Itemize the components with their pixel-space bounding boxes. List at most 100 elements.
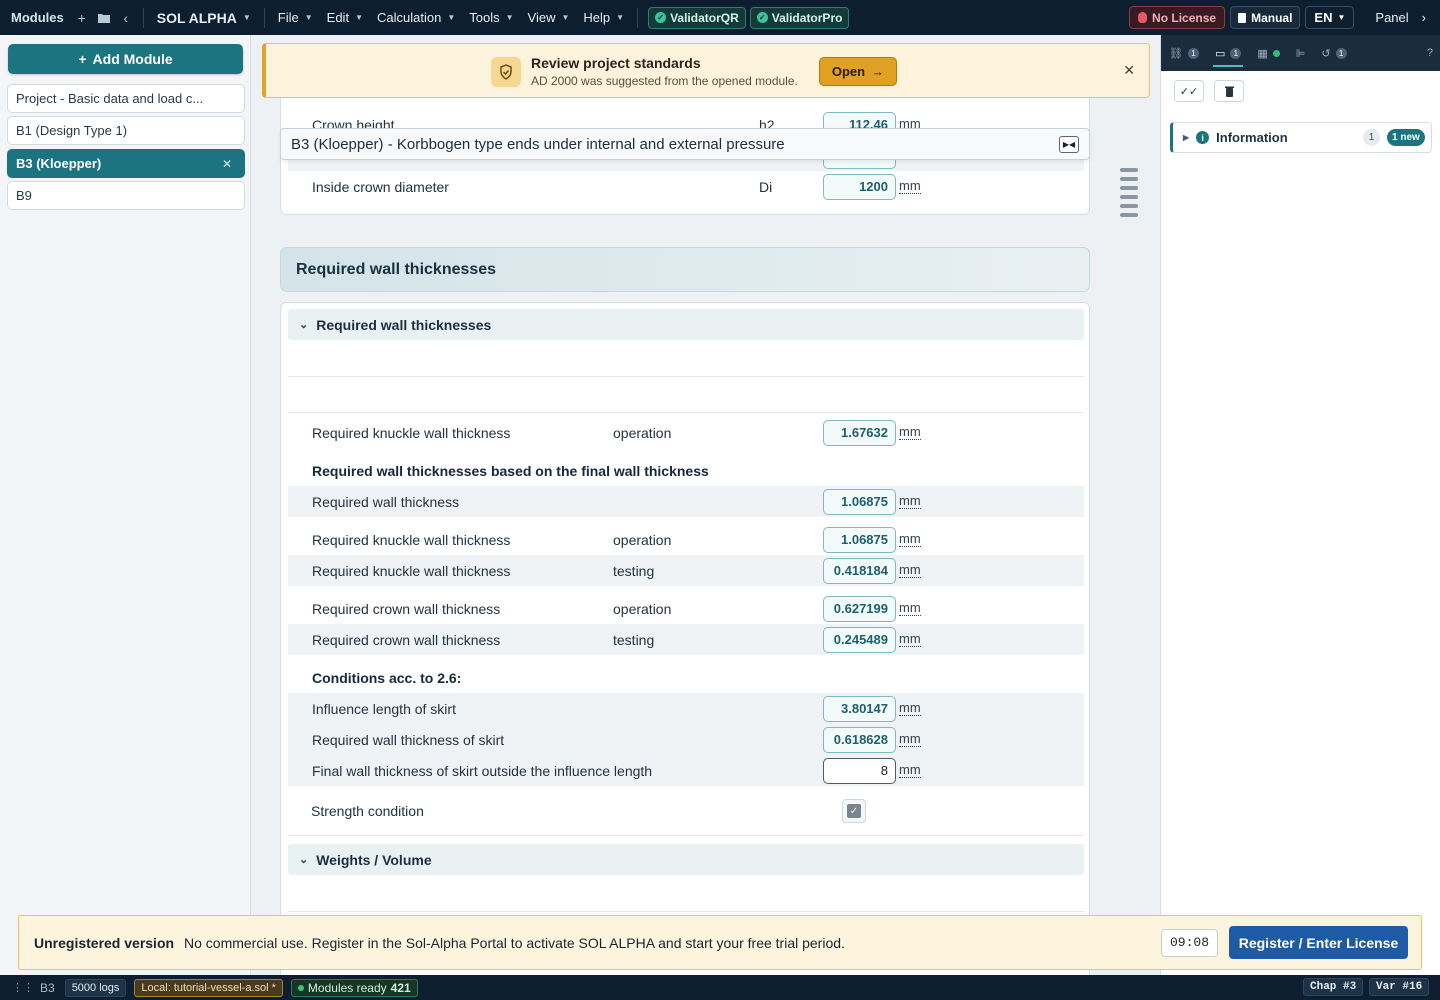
module-item-b1[interactable]: B1 (Design Type 1) bbox=[7, 116, 245, 145]
tab-history[interactable]: ↺ 1 bbox=[1313, 35, 1354, 71]
input-row: Inside crown diameter Di 1200 mm bbox=[288, 171, 1084, 202]
information-group[interactable]: ▶ i Information 1 1 new bbox=[1170, 122, 1432, 153]
row-label: Required crown wall thickness bbox=[312, 600, 501, 617]
value-field[interactable]: 1.06875 bbox=[823, 488, 896, 515]
unit-label[interactable]: mm bbox=[899, 179, 921, 194]
row-label: Inside crown diameter bbox=[312, 178, 449, 195]
value-field[interactable]: 0.245489 bbox=[823, 626, 896, 653]
caret-down-icon: ▼ bbox=[616, 13, 625, 22]
caret-down-icon: ▼ bbox=[505, 13, 514, 22]
menu-file[interactable]: File ▼ bbox=[271, 0, 320, 35]
information-label: Information bbox=[1216, 130, 1288, 145]
tab-links[interactable]: ⛓ 1 bbox=[1161, 35, 1207, 71]
nav-mark[interactable] bbox=[1120, 186, 1138, 190]
chevron-left-icon[interactable]: ‹ bbox=[115, 0, 137, 35]
validator-qr-label: ValidatorQR bbox=[670, 10, 739, 25]
delete-button[interactable] bbox=[1214, 80, 1244, 102]
subsection-title: Required wall thicknesses bbox=[316, 316, 492, 333]
value-field[interactable]: 0.627199 bbox=[823, 595, 896, 622]
row-condition: testing bbox=[613, 562, 655, 579]
subsection-header-weights[interactable]: ⌄ Weights / Volume bbox=[288, 844, 1084, 875]
value-field[interactable]: 1200 bbox=[823, 173, 896, 200]
status-module: B3 bbox=[40, 980, 55, 995]
no-license-label: No License bbox=[1152, 10, 1217, 25]
menu-file-label: File bbox=[277, 10, 299, 25]
value-field[interactable]: 0.618628 bbox=[823, 726, 896, 753]
nav-mark[interactable] bbox=[1120, 195, 1138, 199]
unit-label[interactable]: mm bbox=[899, 732, 921, 747]
validator-pro-badge[interactable]: ✓ ValidatorPro bbox=[749, 6, 850, 29]
section-navigator[interactable] bbox=[1120, 168, 1138, 222]
open-button[interactable]: Open → bbox=[819, 57, 897, 86]
unit-label[interactable]: mm bbox=[899, 632, 921, 647]
tab-count: 1 bbox=[1335, 47, 1347, 59]
panel-tabs: ⛓ 1 ▭ 1 ▦ ⊫ ↺ 1 ? bbox=[1161, 35, 1440, 71]
app-name-menu[interactable]: SOL ALPHA ▼ bbox=[150, 0, 258, 35]
module-item-b9[interactable]: B9 bbox=[7, 181, 245, 210]
unit-label[interactable]: mm bbox=[899, 563, 921, 578]
unit-label[interactable]: mm bbox=[899, 532, 921, 547]
menu-tools[interactable]: Tools ▼ bbox=[462, 0, 520, 35]
module-item-b3[interactable]: B3 (Kloepper) ✕ bbox=[7, 149, 245, 178]
message-icon: ▭ bbox=[1214, 47, 1226, 60]
unregistered-title: Unregistered version bbox=[34, 934, 175, 951]
row-condition: testing bbox=[613, 631, 655, 648]
value-field[interactable]: 0.418184 bbox=[823, 557, 896, 584]
nav-mark[interactable] bbox=[1120, 213, 1138, 217]
manual-button[interactable]: Manual bbox=[1230, 6, 1301, 29]
register-button[interactable]: Register / Enter License bbox=[1229, 926, 1408, 959]
menu-edit[interactable]: Edit ▼ bbox=[320, 0, 370, 35]
nav-mark[interactable] bbox=[1120, 204, 1138, 208]
check-icon: ✓ bbox=[756, 12, 768, 23]
unit-label[interactable]: mm bbox=[899, 601, 921, 616]
chevron-down-icon: ⌄ bbox=[299, 319, 309, 331]
unit-label[interactable]: mm bbox=[899, 701, 921, 716]
add-module-button[interactable]: + Add Module bbox=[8, 44, 243, 74]
value-field[interactable]: 3.80147 bbox=[823, 695, 896, 722]
banner-title: Review project standards bbox=[531, 55, 701, 71]
no-license-badge[interactable]: No License bbox=[1129, 6, 1226, 29]
value-field[interactable]: 1.67632 bbox=[823, 419, 896, 446]
tab-messages[interactable]: ▭ 1 bbox=[1207, 35, 1249, 71]
menu-help[interactable]: Help ▼ bbox=[576, 0, 631, 35]
result-row: Required wall thickness of skirt 0.61862… bbox=[288, 724, 1084, 755]
value-field[interactable]: 1.06875 bbox=[823, 526, 896, 553]
tab-help[interactable]: ? bbox=[1419, 35, 1440, 71]
grip-icon[interactable]: ⋮⋮ bbox=[12, 981, 34, 994]
chapter-badge[interactable]: Chap #3 bbox=[1303, 978, 1364, 996]
language-select[interactable]: EN ▼ bbox=[1305, 6, 1355, 29]
local-file-badge[interactable]: Local: tutorial-vessel-a.sol * bbox=[134, 978, 283, 997]
unit-label[interactable]: mm bbox=[899, 425, 921, 440]
close-icon[interactable]: ✕ bbox=[222, 157, 232, 171]
modules-label[interactable]: Modules bbox=[0, 0, 71, 35]
subsection-header[interactable]: ⌄ Required wall thicknesses bbox=[288, 309, 1084, 340]
panel-toggle[interactable]: Panel › bbox=[1368, 0, 1440, 35]
validator-qr-badge[interactable]: ✓ ValidatorQR bbox=[648, 6, 746, 29]
menu-view[interactable]: View ▼ bbox=[521, 0, 577, 35]
unit-label[interactable]: mm bbox=[899, 494, 921, 509]
caret-down-icon: ▼ bbox=[447, 13, 456, 22]
tab-chart[interactable]: ⊫ bbox=[1288, 35, 1314, 71]
menu-calculation[interactable]: Calculation ▼ bbox=[370, 0, 462, 35]
add-icon[interactable]: + bbox=[71, 0, 93, 35]
variant-badge[interactable]: Var #16 bbox=[1369, 978, 1430, 996]
help-icon: ? bbox=[1426, 47, 1433, 59]
logs-badge[interactable]: 5000 logs bbox=[64, 978, 127, 997]
collapse-icon[interactable]: ▶◀ bbox=[1059, 136, 1079, 153]
menu-calculation-label: Calculation bbox=[376, 10, 442, 25]
section-header[interactable]: Required wall thicknesses bbox=[280, 247, 1090, 292]
tab-calculator[interactable]: ▦ bbox=[1249, 35, 1287, 71]
row-label: Required wall thickness of skirt bbox=[312, 731, 505, 748]
nav-mark[interactable] bbox=[1120, 168, 1138, 172]
mark-all-read-button[interactable]: ✓✓ bbox=[1174, 80, 1204, 102]
strength-condition-checkbox[interactable]: ✓ bbox=[842, 799, 866, 823]
folder-icon[interactable] bbox=[93, 0, 115, 35]
unit-label[interactable]: mm bbox=[899, 763, 921, 778]
close-icon[interactable]: ✕ bbox=[1123, 62, 1135, 79]
info-count-badge: 1 bbox=[1363, 129, 1380, 146]
modules-ready-badge[interactable]: Modules ready 421 bbox=[290, 978, 418, 997]
nav-mark[interactable] bbox=[1120, 177, 1138, 181]
row-condition: operation bbox=[613, 600, 672, 617]
module-item-project[interactable]: Project - Basic data and load c... bbox=[7, 84, 245, 113]
value-input[interactable]: 8 bbox=[823, 757, 896, 784]
